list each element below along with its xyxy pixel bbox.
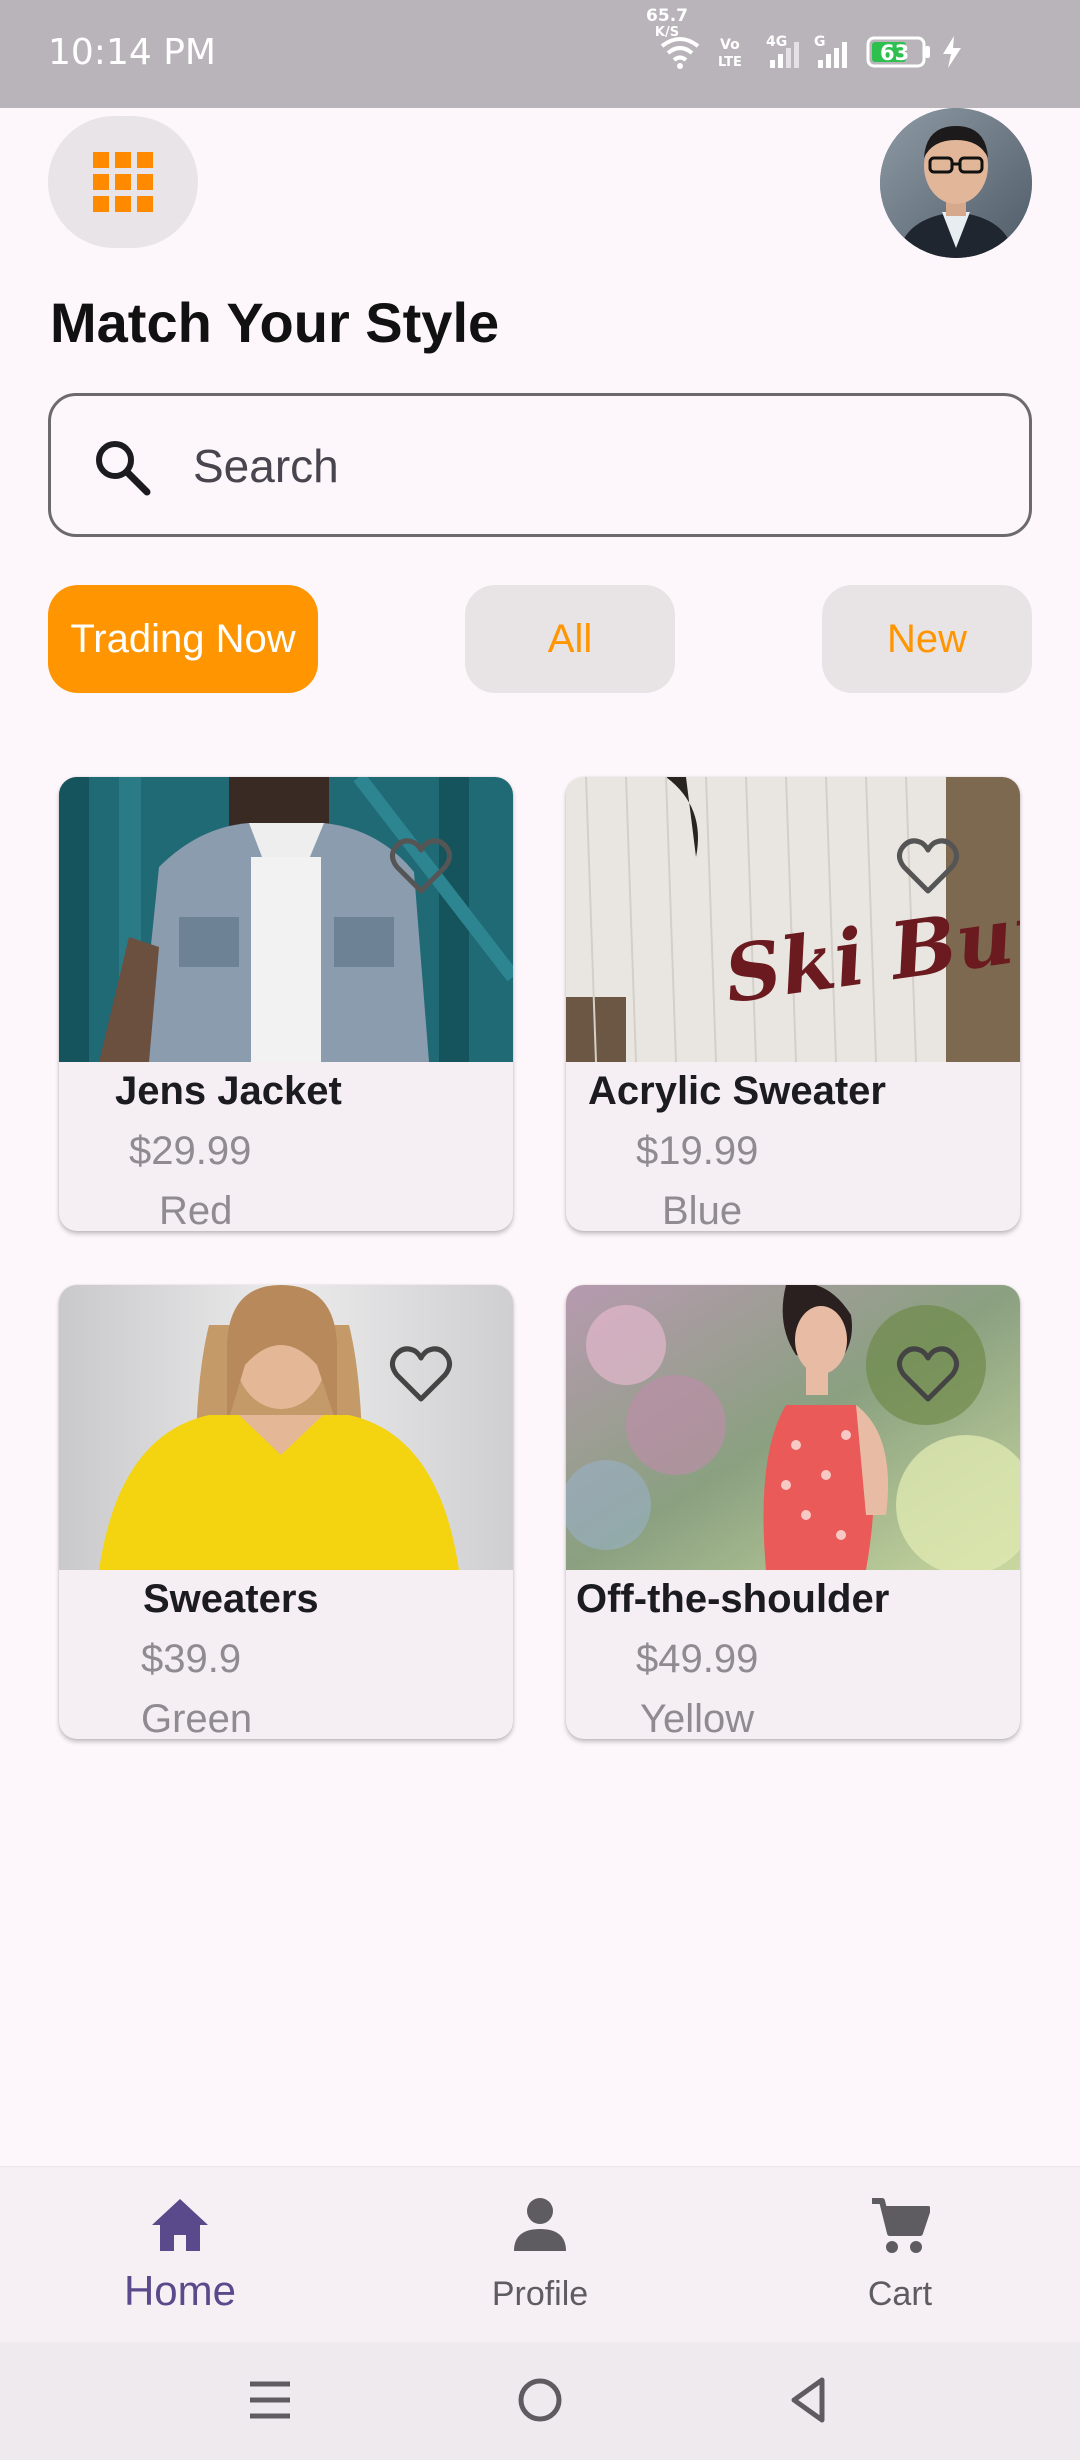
product-price: $19.99: [636, 1129, 759, 1173]
nav-cart[interactable]: Cart: [780, 2167, 1020, 2343]
product-image: [59, 1285, 513, 1570]
status-bar: 10:14 PM 65.7 K/S Vo LTE 4G G 63: [0, 0, 1080, 108]
tab-trading-now[interactable]: Trading Now: [48, 585, 318, 693]
product-image: [59, 777, 513, 1062]
product-name: Acrylic Sweater: [588, 1069, 886, 1113]
4g-signal-icon: 4G: [766, 34, 799, 68]
product-image: [566, 1285, 1020, 1570]
home-circle-icon[interactable]: [516, 2372, 564, 2428]
product-name: Sweaters: [143, 1577, 319, 1621]
nav-label: Cart: [867, 2275, 933, 2313]
product-image: Ski Bum: [566, 777, 1020, 1062]
product-color: Blue: [662, 1189, 743, 1231]
product-color: Red: [159, 1189, 233, 1231]
net-speed-value: 65.7: [646, 6, 688, 26]
search-box[interactable]: [48, 393, 1032, 537]
person-icon: [514, 2198, 566, 2251]
wifi-icon: [660, 37, 700, 69]
grid-menu-icon: [93, 152, 153, 212]
tab-label: All: [547, 616, 593, 661]
avatar-photo: [880, 108, 1032, 258]
nav-home[interactable]: Home: [60, 2167, 300, 2343]
tab-all[interactable]: All: [465, 585, 675, 693]
charging-icon: [943, 36, 961, 68]
status-icons: Vo LTE 4G G 63: [660, 26, 1040, 82]
product-price: $49.99: [636, 1637, 759, 1681]
volte-icon: Vo LTE: [718, 37, 742, 70]
status-time: 10:14 PM: [48, 32, 216, 73]
product-price: $29.99: [129, 1129, 252, 1173]
svg-text:G: G: [814, 34, 826, 50]
product-name: Off-the-shoulder: [576, 1577, 890, 1621]
product-card[interactable]: Sweaters $39.9 Green: [59, 1285, 513, 1739]
battery-icon: 63: [866, 36, 930, 68]
product-price: $39.9: [141, 1637, 242, 1681]
nav-label: Profile: [491, 2275, 589, 2313]
back-icon[interactable]: [786, 2372, 830, 2428]
home-icon: [152, 2199, 208, 2251]
tab-label: New: [886, 616, 968, 661]
cart-icon: [872, 2198, 930, 2253]
recent-apps-icon[interactable]: [248, 2372, 292, 2428]
product-name: Jens Jacket: [115, 1069, 342, 1113]
nav-profile[interactable]: Profile: [420, 2167, 660, 2343]
tab-new[interactable]: New: [822, 585, 1032, 693]
nav-label: Home: [123, 2267, 237, 2314]
profile-avatar[interactable]: [880, 108, 1032, 258]
heart-icon[interactable]: [896, 837, 960, 897]
battery-level: 63: [880, 41, 909, 65]
bottom-nav: Home Profile Cart: [0, 2166, 1080, 2342]
product-card[interactable]: Off-the-shoulder $49.99 Yellow: [566, 1285, 1020, 1739]
tab-label: Trading Now: [70, 616, 296, 661]
svg-text:LTE: LTE: [718, 55, 742, 70]
search-input[interactable]: [193, 426, 993, 506]
page-title: Match Your Style: [50, 291, 500, 354]
menu-button[interactable]: [48, 116, 198, 248]
svg-text:4G: 4G: [766, 34, 787, 50]
heart-icon[interactable]: [896, 1345, 960, 1405]
search-icon: [96, 441, 151, 496]
signal-icon: G: [814, 34, 847, 68]
product-card[interactable]: Jens Jacket $29.99 Red: [59, 777, 513, 1231]
svg-text:Vo: Vo: [720, 37, 740, 53]
heart-icon[interactable]: [389, 837, 453, 897]
product-color: Yellow: [640, 1697, 755, 1739]
heart-icon[interactable]: [389, 1345, 453, 1405]
product-color: Green: [141, 1697, 253, 1739]
product-card[interactable]: Ski Bum Acrylic Sweater $19.99 Blue: [566, 777, 1020, 1231]
system-nav-bar: [0, 2342, 1080, 2460]
